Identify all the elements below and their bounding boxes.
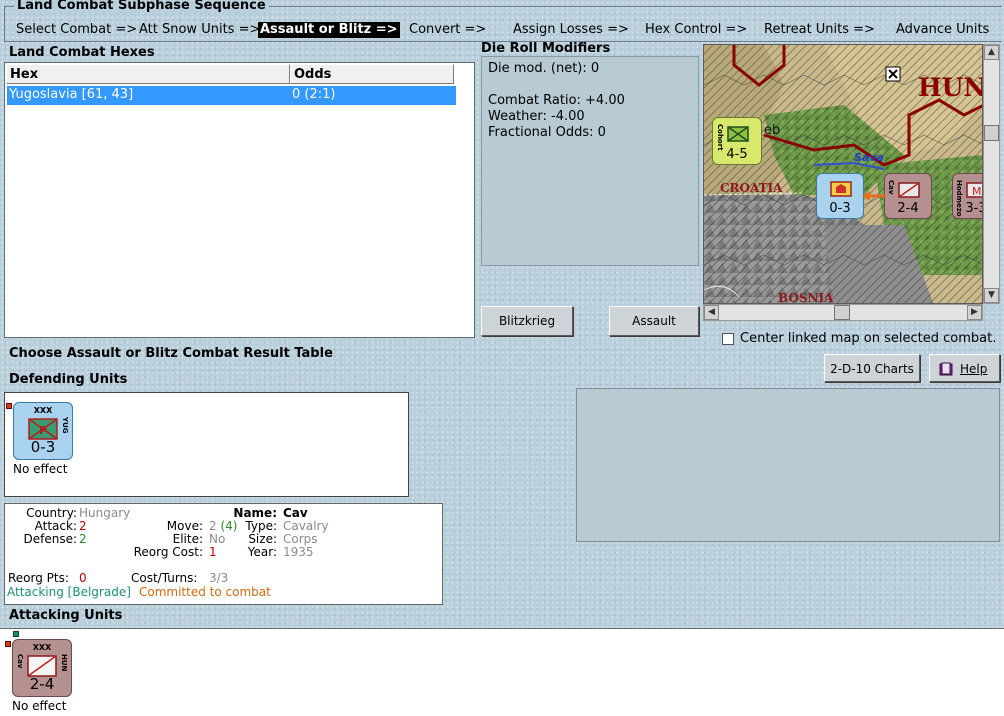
step-assign-losses[interactable]: Assign Losses => — [513, 22, 629, 38]
drm-line-ratio: Combat Ratio: +4.00 — [488, 93, 625, 108]
map-unit-3-3[interactable]: Hodmezo M 3-3 — [952, 173, 982, 219]
defending-unit-effect: No effect — [13, 462, 68, 476]
cavalry-icon — [898, 182, 920, 198]
cavalry-unit-icon — [27, 655, 57, 677]
odds-column-header[interactable]: Odds — [290, 64, 454, 84]
map-horizontal-scrollbar[interactable]: ◀ ▶ — [703, 304, 983, 321]
unit-side-label: Cav — [16, 654, 24, 669]
assault-button[interactable]: Assault — [609, 306, 699, 336]
step-hex-control[interactable]: Hex Control => — [645, 22, 747, 38]
horizontal-scroll-thumb[interactable] — [834, 305, 850, 320]
unit-size-mark: XXX — [33, 406, 53, 415]
scroll-down-icon[interactable]: ▼ — [984, 288, 999, 303]
blitzkrieg-button[interactable]: Blitzkrieg — [481, 306, 573, 336]
status-marker — [6, 403, 12, 409]
center-map-checkbox[interactable] — [722, 333, 734, 345]
attacking-unit-counter[interactable]: XXX Cav HUN 2-4 — [12, 639, 72, 697]
unit-size-mark: XXX — [32, 643, 52, 652]
unit-side-label: Cav — [887, 180, 895, 195]
fortress-icon — [830, 181, 852, 197]
defense-label: Defense: — [23, 532, 77, 546]
hex-column-header[interactable]: Hex — [6, 64, 290, 84]
unit-value: 2-4 — [897, 201, 919, 216]
map-label-bosnia: BOSNIA — [778, 291, 834, 304]
move-base: 2 — [209, 519, 217, 533]
cost-turns-value: 3/3 — [209, 571, 229, 585]
reorg-cost-label: Reorg Cost: — [133, 545, 203, 559]
status-marker — [13, 631, 19, 637]
country-value: Hungary — [79, 506, 131, 520]
unit-country-code: HUN — [60, 654, 68, 672]
unit-value: 4-5 — [726, 147, 748, 162]
defending-units-panel: XXX YUG P 0-3 No effect — [4, 392, 409, 497]
unit-value: 0-3 — [30, 438, 56, 456]
step-assault-or-blitz[interactable]: Assault or Blitz => — [258, 22, 400, 38]
linked-map[interactable]: HUN Sava CROATIA BOSNIA eb Cohort 4-5 0-… — [703, 44, 983, 304]
fortress-unit-icon: P — [28, 418, 58, 440]
help-book-icon — [939, 362, 953, 376]
status-marker — [5, 641, 11, 647]
attacking-title: Attacking Units — [9, 608, 123, 623]
scroll-right-icon[interactable]: ▶ — [967, 305, 982, 320]
hex-row-selected[interactable]: Yugoslavia [61, 43] 0 (2:1) — [7, 86, 456, 105]
drm-panel: Die mod. (net): 0 Combat Ratio: +4.00 We… — [481, 56, 699, 266]
map-unit-0-3[interactable]: 0-3 — [816, 173, 864, 219]
unit-info-panel: Country: Hungary Attack: 2 Defense: 2 Mo… — [4, 503, 443, 605]
drm-line-fractional: Fractional Odds: 0 — [488, 125, 606, 140]
status-attacking: Attacking [Belgrade] — [7, 585, 131, 599]
center-map-label: Center linked map on selected combat. — [740, 331, 997, 346]
combat-result-panel — [576, 388, 1000, 542]
hexes-title: Land Combat Hexes — [9, 45, 155, 60]
hex-cell: Yugoslavia [61, 43] — [9, 87, 134, 102]
map-label-croatia: CROATIA — [720, 181, 783, 195]
scroll-up-icon[interactable]: ▲ — [984, 45, 999, 60]
map-label-hun: HUN — [918, 73, 983, 102]
infantry-icon — [727, 126, 749, 142]
status-committed: Committed to combat — [139, 585, 271, 599]
reorg-cost-value: 1 — [209, 545, 217, 559]
drm-line-blank — [488, 77, 692, 93]
drm-line-net: Die mod. (net): 0 — [488, 61, 600, 76]
unit-value: 0-3 — [829, 201, 851, 216]
year-label: Year: — [247, 545, 277, 559]
step-att-snow-units[interactable]: Att Snow Units => — [139, 22, 260, 38]
step-select-combat[interactable]: Select Combat => — [16, 22, 137, 38]
unit-country-code: YUG — [61, 417, 69, 434]
map-label-city: eb — [764, 123, 781, 138]
year-value: 1935 — [283, 545, 314, 559]
reorg-pts-value: 0 — [79, 571, 87, 585]
unit-value: 2-4 — [29, 675, 55, 693]
map-unit-2-4[interactable]: Cav 2-4 — [884, 173, 932, 219]
scroll-left-icon[interactable]: ◀ — [704, 305, 719, 320]
subphase-sequence-title: Land Combat Subphase Sequence — [14, 0, 269, 13]
drm-line-weather: Weather: -4.00 — [488, 109, 585, 124]
attacking-units-panel: XXX Cav HUN 2-4 No effect — [0, 628, 1004, 716]
help-button[interactable]: Help — [929, 354, 1000, 382]
step-convert[interactable]: Convert => — [409, 22, 486, 38]
odds-cell: 0 (2:1) — [292, 87, 336, 102]
attacking-unit-effect: No effect — [12, 699, 67, 713]
map-label-sava: Sava — [854, 151, 884, 164]
reorg-pts-label: Reorg Pts: — [8, 571, 69, 585]
choose-table-label: Choose Assault or Blitz Combat Result Ta… — [9, 346, 333, 361]
map-vertical-scrollbar[interactable]: ▲ ▼ — [983, 44, 1000, 304]
vertical-scroll-thumb[interactable] — [984, 125, 999, 141]
step-advance-units[interactable]: Advance Units — [896, 22, 989, 38]
svg-text:M: M — [972, 185, 982, 198]
help-button-label: Help — [960, 362, 988, 376]
charts-button[interactable]: 2-D-10 Charts — [824, 354, 920, 382]
defending-title: Defending Units — [9, 372, 128, 387]
move-extra: (4) — [220, 519, 238, 533]
map-unit-4-5[interactable]: Cohort 4-5 — [712, 117, 762, 165]
hex-list[interactable]: Hex Odds Yugoslavia [61, 43] 0 (2:1) — [4, 62, 475, 338]
drm-title: Die Roll Modifiers — [481, 41, 611, 56]
svg-text:P: P — [39, 424, 47, 437]
unit-value: 3-3 — [965, 201, 982, 216]
step-retreat-units[interactable]: Retreat Units => — [764, 22, 875, 38]
cost-turns-label: Cost/Turns: — [131, 571, 198, 585]
attack-arrow-icon — [862, 191, 886, 201]
defending-unit-counter[interactable]: XXX YUG P 0-3 — [13, 402, 73, 460]
defense-value: 2 — [79, 532, 87, 546]
mountain-icon: M — [966, 182, 982, 198]
